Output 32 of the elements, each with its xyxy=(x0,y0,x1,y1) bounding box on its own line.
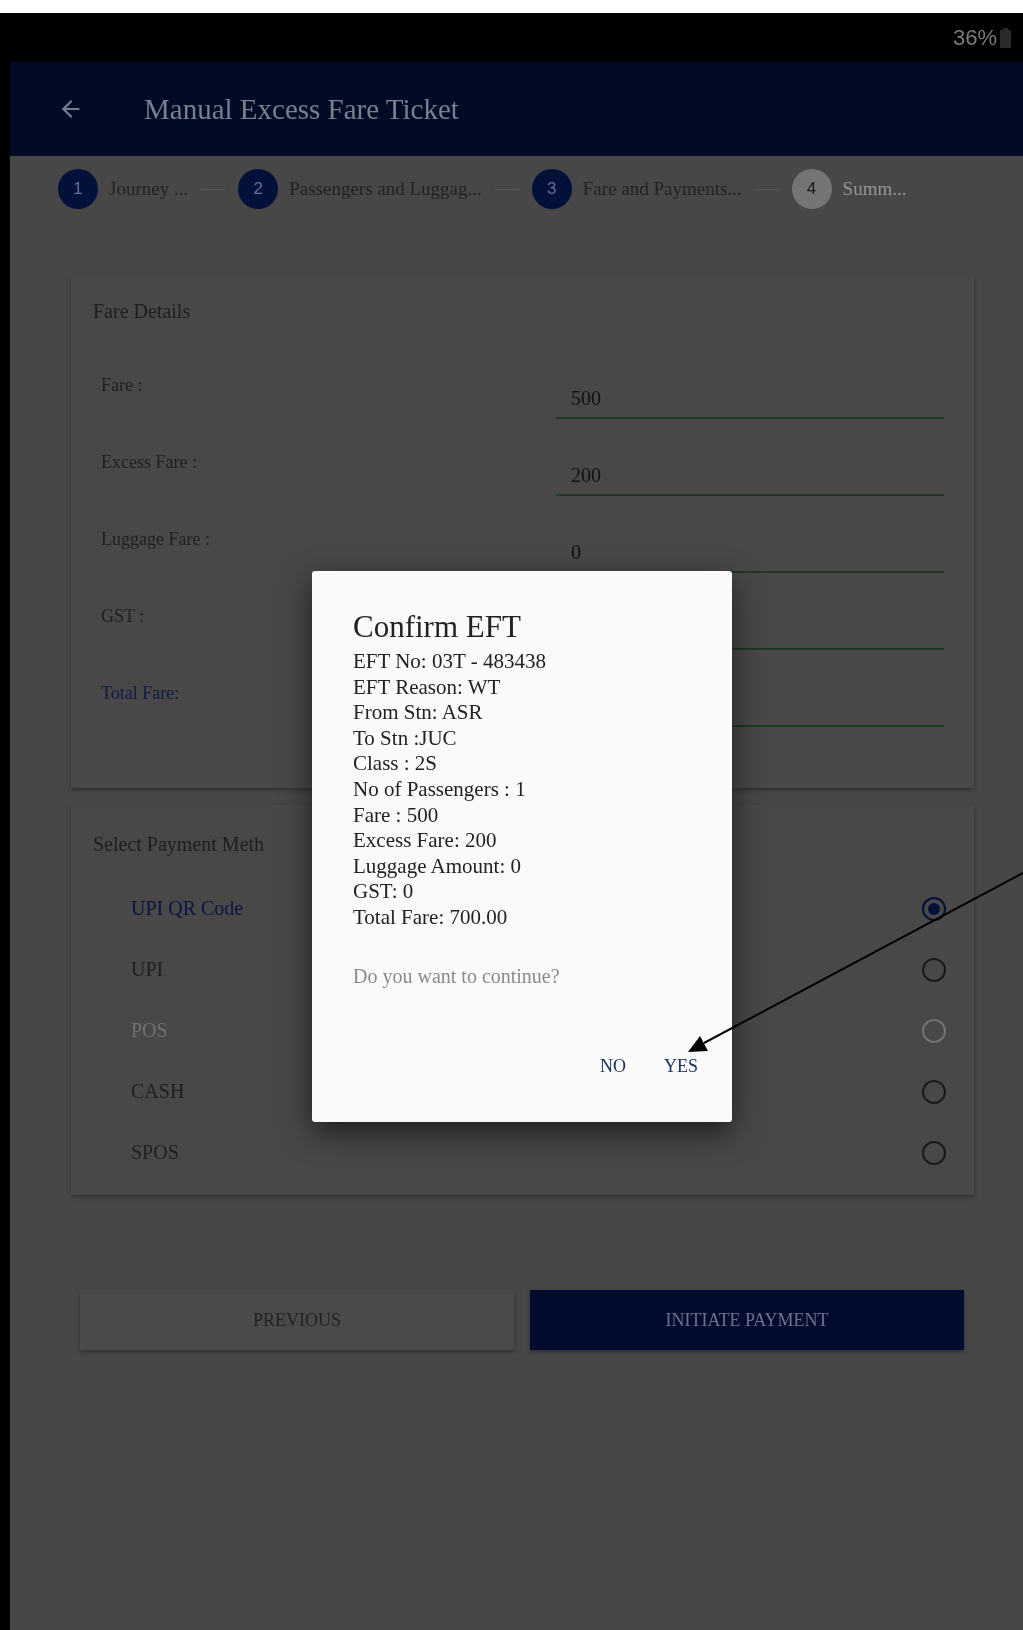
battery-level: 36% xyxy=(952,24,997,51)
step-number: 1 xyxy=(58,169,98,209)
input-field[interactable]: 500 xyxy=(556,373,944,419)
radio-button[interactable] xyxy=(922,957,946,982)
step-number: 3 xyxy=(531,169,572,209)
dialog-detail-line: Fare : 500 xyxy=(353,802,440,829)
input-field[interactable]: 200 xyxy=(556,450,944,496)
step-number: 2 xyxy=(238,169,279,209)
primary-button[interactable]: INITIATE PAYMENT xyxy=(530,1290,964,1350)
dialog-detail-line: Excess Fare: 200 xyxy=(353,828,498,854)
dialog-question: Do you want to continue? xyxy=(353,964,561,988)
screen-title: Manual Excess Fare Ticket xyxy=(144,92,459,126)
dialog-action-button[interactable]: NO xyxy=(596,1051,630,1081)
step-number: 4 xyxy=(791,169,832,209)
battery-icon xyxy=(1000,27,1011,48)
dialog-detail-line: Class : 2S xyxy=(353,751,439,777)
dialog-detail-line: From Stn: ASR xyxy=(353,700,484,726)
dialog-detail-line: GST: 0 xyxy=(353,879,415,905)
radio-button[interactable] xyxy=(922,1140,946,1165)
radio-button[interactable] xyxy=(922,1079,946,1104)
dialog-title: Confirm EFT xyxy=(353,609,522,645)
dialog-detail-line: EFT Reason: WT xyxy=(353,674,502,701)
dialog-detail-line: EFT No: 03T - 483438 xyxy=(353,649,547,675)
dialog-detail-line: Luggage Amount: 0 xyxy=(353,853,522,880)
dialog-detail-line: Total Fare: 700.00 xyxy=(353,904,509,931)
payment-option-label[interactable]: UPI QR Code xyxy=(131,897,244,920)
dialog-detail-line: To Stn :JUC xyxy=(353,725,458,752)
step-label: Summ... xyxy=(842,178,907,200)
dialog-detail-line: No of Passengers : 1 xyxy=(353,776,527,803)
field-label: Total Fare: xyxy=(101,683,180,704)
radio-button[interactable] xyxy=(922,896,946,921)
dialog-action-button[interactable]: YES xyxy=(660,1051,702,1081)
